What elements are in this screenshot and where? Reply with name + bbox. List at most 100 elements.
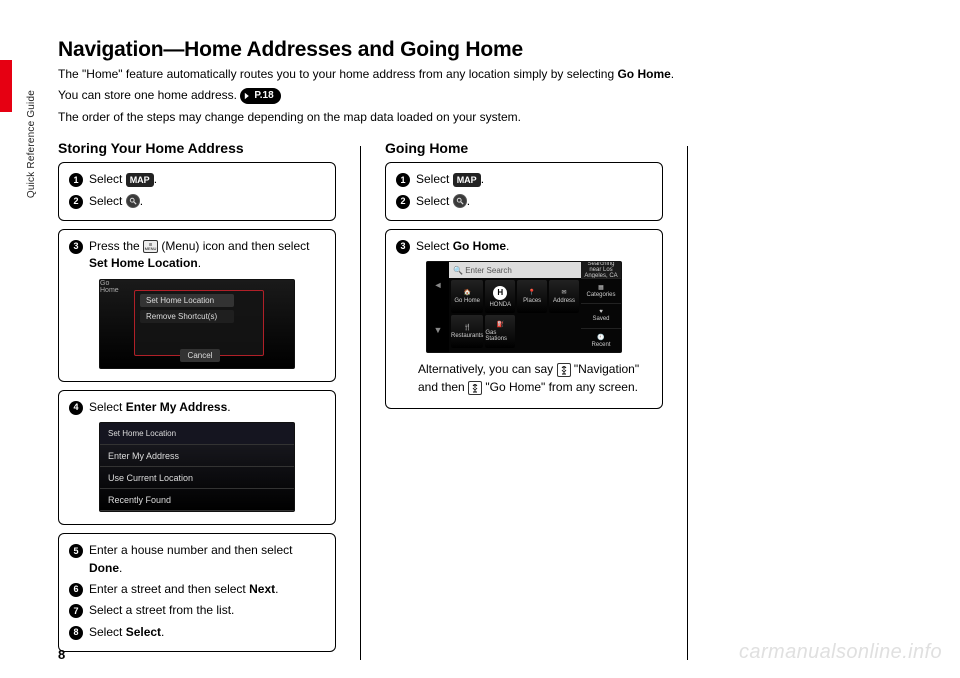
gstep-1: 1 Select MAP. (396, 171, 652, 188)
col-going: Going Home 1 Select MAP. 2 Select (385, 140, 663, 660)
gstep-num-1: 1 (396, 173, 410, 187)
step-num-7: 7 (69, 604, 83, 618)
text: You can store one home address. (58, 88, 240, 102)
ss2-header: Set Home Location (100, 423, 294, 445)
column-divider-right (687, 146, 688, 660)
text: Select a street from the list. (89, 602, 325, 619)
ss3-r3: 🕘Recent (581, 328, 621, 353)
ss3-grid: 🏠Go Home HHONDA 📍Places ✉Address 🍴Restau… (449, 278, 581, 350)
go-home-bold: Go Home (617, 67, 670, 81)
page-ref-badge: P.18 (240, 88, 280, 105)
back-icon: ◄ (427, 262, 449, 307)
label: Gas Stations (485, 330, 515, 342)
text: . (506, 239, 509, 253)
ss2-row-2: Use Current Location (100, 467, 294, 489)
text: " (482, 380, 490, 394)
card-storing-1: 1 Select MAP. 2 Select . (58, 162, 336, 221)
columns: Storing Your Home Address 1 Select MAP. … (58, 140, 928, 660)
text: " from any screen. (541, 380, 638, 394)
ss1-remove-shortcut: Remove Shortcut(s) (140, 310, 234, 323)
step-2: 2 Select . (69, 193, 325, 210)
text: . (154, 172, 157, 186)
text: . (275, 582, 278, 596)
step-8: 8 Select Select. (69, 624, 325, 641)
ss3-cell-restaurants: 🍴Restaurants (451, 315, 483, 348)
ss3-r1: ▦Categories (581, 278, 621, 303)
ss3-rightbar: Searching near Los Angeles, CA ▦Categori… (581, 262, 621, 352)
side-red-tab (0, 60, 12, 112)
ss1-side: Go Home (100, 280, 126, 294)
step-num-8: 8 (69, 626, 83, 640)
map-button-icon: MAP (126, 173, 154, 187)
text: . (671, 67, 674, 81)
menu-icon-label: MENU (145, 247, 157, 251)
text: Select (89, 172, 126, 186)
ss3-cell-honda: H HONDA (485, 280, 515, 313)
ss1-set-home: Set Home Location (140, 294, 234, 307)
text: Select (416, 194, 453, 208)
text: Alternatively, you can say (418, 362, 557, 376)
intro-line-3: The order of the steps may change depend… (58, 109, 928, 126)
page-title: Navigation—Home Addresses and Going Home (58, 38, 928, 62)
ss3-r2: ♥Saved (581, 303, 621, 328)
ss3-search: 🔍 Enter Search (449, 262, 581, 278)
text: Press the (89, 239, 143, 253)
text: . (481, 172, 484, 186)
ss3-cell-address: ✉Address (549, 280, 579, 313)
page-ref-text: P.18 (254, 89, 273, 104)
card-going-1: 1 Select MAP. 2 Select . (385, 162, 663, 221)
storing-title: Storing Your Home Address (58, 140, 336, 156)
navigation-voice: Navigation (578, 362, 635, 376)
text: The "Home" feature automatically routes … (58, 67, 617, 81)
text: Select (89, 400, 126, 414)
gstep-num-2: 2 (396, 195, 410, 209)
label: Go Home (454, 298, 480, 304)
card-going-2: 3 Select Go Home. ◄ ▼ 🔍 Enter Search 🏠Go… (385, 229, 663, 409)
page-number: 8 (58, 647, 65, 662)
step-5: 5 Enter a house number and then select D… (69, 542, 325, 577)
text: Select (89, 625, 126, 639)
column-divider (360, 146, 361, 660)
map-button-icon: MAP (453, 173, 481, 187)
label: Restaurants (451, 333, 483, 339)
going-title: Going Home (385, 140, 663, 156)
ss1-cancel: Cancel (180, 349, 220, 362)
text: Select (89, 194, 126, 208)
step-num-5: 5 (69, 544, 83, 558)
step-num-2: 2 (69, 195, 83, 209)
label: Saved (592, 316, 609, 322)
honda-icon: H (493, 286, 507, 300)
text: Select (416, 172, 453, 186)
text: (Menu) icon and then select (158, 239, 309, 253)
step-num-3: 3 (69, 240, 83, 254)
menu-icon: ☰MENU (143, 240, 158, 253)
label: HONDA (489, 302, 511, 308)
step-num-6: 6 (69, 583, 83, 597)
screenshot-go-home: ◄ ▼ 🔍 Enter Search 🏠Go Home HHONDA 📍Plac… (426, 261, 622, 353)
label: Categories (586, 292, 615, 298)
text: . (467, 194, 470, 208)
card-storing-3: 4 Select Enter My Address. Set Home Loca… (58, 390, 336, 525)
alt-voice-text: Alternatively, you can say " Navigation " … (396, 355, 652, 398)
ss3-leftbar: ◄ ▼ (427, 262, 449, 352)
select-bold: Select (126, 625, 161, 639)
down-icon: ▼ (427, 307, 449, 352)
done-bold: Done (89, 561, 119, 575)
intro-line-2: You can store one home address. P.18 (58, 87, 928, 104)
watermark: carmanualsonline.info (739, 641, 942, 664)
card-storing-4: 5 Enter a house number and then select D… (58, 533, 336, 652)
card-storing-2: 3 Press the ☰MENU (Menu) icon and then s… (58, 229, 336, 382)
text: Select (416, 239, 453, 253)
text: . (227, 400, 230, 414)
ss2-row-3: Recently Found (100, 489, 294, 511)
next-bold: Next (249, 582, 275, 596)
text: Enter a house number and then select (89, 543, 292, 557)
page-content: Navigation—Home Addresses and Going Home… (58, 38, 928, 660)
gstep-2: 2 Select . (396, 193, 652, 210)
label: Recent (591, 342, 610, 348)
step-6: 6 Enter a street and then select Next. (69, 581, 325, 598)
side-section-label: Quick Reference Guide (26, 90, 37, 198)
intro-line-1: The "Home" feature automatically routes … (58, 66, 928, 83)
ss2-row-1: Enter My Address (100, 445, 294, 467)
voice-icon (557, 363, 571, 377)
